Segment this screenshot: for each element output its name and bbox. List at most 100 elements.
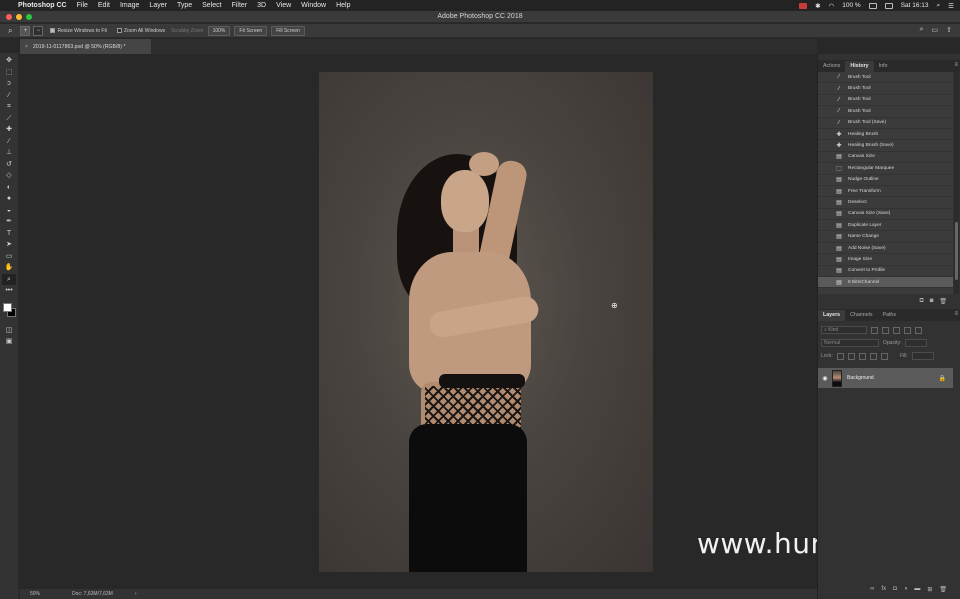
history-item[interactable]: ∕ Brush Tool <box>818 95 953 107</box>
lock-icon[interactable]: 🔒 <box>939 375 946 382</box>
lock-artboard-icon[interactable] <box>869 352 877 360</box>
tab-actions[interactable]: Actions <box>818 61 845 72</box>
filter-smart-icon[interactable] <box>915 326 922 334</box>
menu-help[interactable]: Help <box>336 2 350 9</box>
canvas-area[interactable] <box>20 54 817 589</box>
clock[interactable]: Sat 16:13 <box>901 2 929 9</box>
panel-menu-icon[interactable]: ≡ <box>954 62 958 68</box>
lock-transparent-icon[interactable] <box>836 352 844 360</box>
pen-tool-icon[interactable]: ✒ <box>2 216 16 228</box>
quick-mask-icon[interactable]: ◫ <box>2 325 16 337</box>
type-tool-icon[interactable]: T <box>2 228 16 240</box>
bluetooth-icon[interactable]: ✱ <box>815 2 820 10</box>
tab-channels[interactable]: Channels <box>845 310 877 321</box>
shape-tool-icon[interactable]: ▭ <box>2 251 16 263</box>
menu-type[interactable]: Type <box>177 2 192 9</box>
close-tab-icon[interactable]: × <box>25 44 28 50</box>
zoom-tool-icon[interactable]: ⌕ <box>8 26 12 36</box>
menu-view[interactable]: View <box>276 2 291 9</box>
zoom-100-button[interactable]: 100% <box>207 25 231 36</box>
fill-field[interactable] <box>911 352 934 360</box>
search-icon[interactable]: ⌕ <box>920 26 924 34</box>
history-item[interactable]: ▤ Add Noise (Save) <box>818 243 953 255</box>
eye-icon[interactable]: ◉ <box>818 375 832 382</box>
scrollbar-thumb[interactable] <box>955 222 958 280</box>
filter-type-icon[interactable] <box>893 326 900 334</box>
crop-tool-icon[interactable]: ⌗ <box>2 101 16 113</box>
lasso-tool-icon[interactable]: ↄ <box>2 78 16 90</box>
filter-shape-icon[interactable] <box>904 326 911 334</box>
menu-select[interactable]: Select <box>202 2 221 9</box>
history-item[interactable]: ✚ Healing Brush (Save) <box>818 140 953 152</box>
filter-pixel-icon[interactable] <box>871 326 878 334</box>
marquee-tool-icon[interactable]: ⬚ <box>2 67 16 79</box>
tab-layers[interactable]: Layers <box>818 310 846 321</box>
gradient-tool-icon[interactable]: ◐ <box>2 182 16 194</box>
dodge-tool-icon[interactable]: ◒ <box>2 205 16 217</box>
search-icon[interactable]: ⌕ <box>937 2 941 10</box>
eraser-tool-icon[interactable]: ◇ <box>2 170 16 182</box>
blend-mode-select[interactable]: Normal <box>821 339 879 347</box>
fx-icon[interactable]: fx <box>881 586 886 596</box>
eyedropper-tool-icon[interactable]: ⟋ <box>2 113 16 125</box>
hand-tool-icon[interactable]: ✋ <box>2 262 16 274</box>
history-item[interactable]: ✚ Healing Brush <box>818 129 953 141</box>
workspace-icon[interactable]: ▭ <box>932 26 939 34</box>
menu-window[interactable]: Window <box>301 2 326 9</box>
adjustment-icon[interactable]: ◑ <box>904 586 908 596</box>
control-center-icon[interactable]: ☰ <box>948 2 954 10</box>
screen-mode-icon[interactable]: ▣ <box>2 336 16 348</box>
zoom-tool-icon[interactable]: ⌕ <box>2 273 16 285</box>
fill-screen-button[interactable]: Fill Screen <box>271 25 305 36</box>
document-tab[interactable]: × 2019-11-0117863.psd @ 50% (RGB/8) * <box>20 39 151 54</box>
menu-3d[interactable]: 3D <box>257 2 266 9</box>
history-item[interactable]: ∕ Brush Tool <box>818 106 953 118</box>
document-canvas-photo[interactable] <box>319 72 653 572</box>
zoom-all-checkbox[interactable]: Zoom All Windows <box>116 28 165 34</box>
menu-image[interactable]: Image <box>120 2 139 9</box>
path-select-tool-icon[interactable]: ➤ <box>2 239 16 251</box>
history-brush-tool-icon[interactable]: ↺ <box>2 159 16 171</box>
quick-select-tool-icon[interactable]: ⁄ <box>2 90 16 102</box>
link-icon[interactable]: ∞ <box>870 586 874 596</box>
tab-history[interactable]: History <box>845 61 874 72</box>
menu-edit[interactable]: Edit <box>98 2 110 9</box>
app-status-icon[interactable] <box>799 2 808 9</box>
snapshot-from-state-icon[interactable]: ⧉ <box>919 298 923 308</box>
trash-icon[interactable]: 🗑 <box>939 586 947 596</box>
menu-file[interactable]: File <box>77 2 88 9</box>
history-item[interactable]: ▤ Nudge Outline <box>818 175 953 186</box>
scrubby-zoom-label[interactable]: Scrubby Zoom <box>171 28 204 34</box>
history-item[interactable]: ▤ Image Size <box>818 254 953 266</box>
fit-screen-button[interactable]: Fit Screen <box>234 25 268 36</box>
brush-tool-icon[interactable]: ∕ <box>2 136 16 148</box>
trash-icon[interactable]: 🗑 <box>939 298 947 308</box>
layer-row-background[interactable]: ◉ Background 🔒 <box>818 368 953 388</box>
menu-filter[interactable]: Filter <box>232 2 248 9</box>
filter-adjustment-icon[interactable] <box>882 326 889 334</box>
blur-tool-icon[interactable]: ● <box>2 193 16 205</box>
airplay-icon[interactable] <box>884 2 893 9</box>
tab-paths[interactable]: Paths <box>877 310 901 321</box>
lock-image-icon[interactable] <box>847 352 855 360</box>
battery-icon[interactable] <box>868 2 877 9</box>
camera-icon[interactable]: ◙ <box>930 298 934 308</box>
history-item[interactable]: ▤ Free Transform <box>818 186 953 198</box>
status-menu-arrow-icon[interactable]: › <box>135 591 137 597</box>
history-scrollbar[interactable] <box>954 72 959 294</box>
opacity-field[interactable] <box>905 339 928 347</box>
status-zoom[interactable]: 50% <box>30 591 70 597</box>
history-item[interactable]: ▤ Convert to Profile <box>818 266 953 278</box>
lock-all-icon[interactable] <box>880 352 888 360</box>
panel-menu-icon[interactable]: ≡ <box>954 311 958 317</box>
new-layer-icon[interactable]: ⊞ <box>927 586 932 596</box>
healing-tool-icon[interactable]: ✚ <box>2 124 16 136</box>
layer-name[interactable]: Background <box>847 375 874 381</box>
color-swatches[interactable] <box>2 301 16 319</box>
move-tool-icon[interactable]: ✥ <box>2 55 16 67</box>
history-item[interactable]: ⬚ Rectangular Marquee <box>818 163 953 175</box>
wifi-icon[interactable]: ◠ <box>829 2 835 10</box>
history-item[interactable]: ▤ Canvas Size (Save) <box>818 209 953 221</box>
layer-kind-filter[interactable]: ⌕ Kind <box>821 326 867 334</box>
history-list[interactable]: ∕ Brush Tool ∕ Brush Tool ∕ Brush Tool ∕ Brush … <box>818 72 953 294</box>
